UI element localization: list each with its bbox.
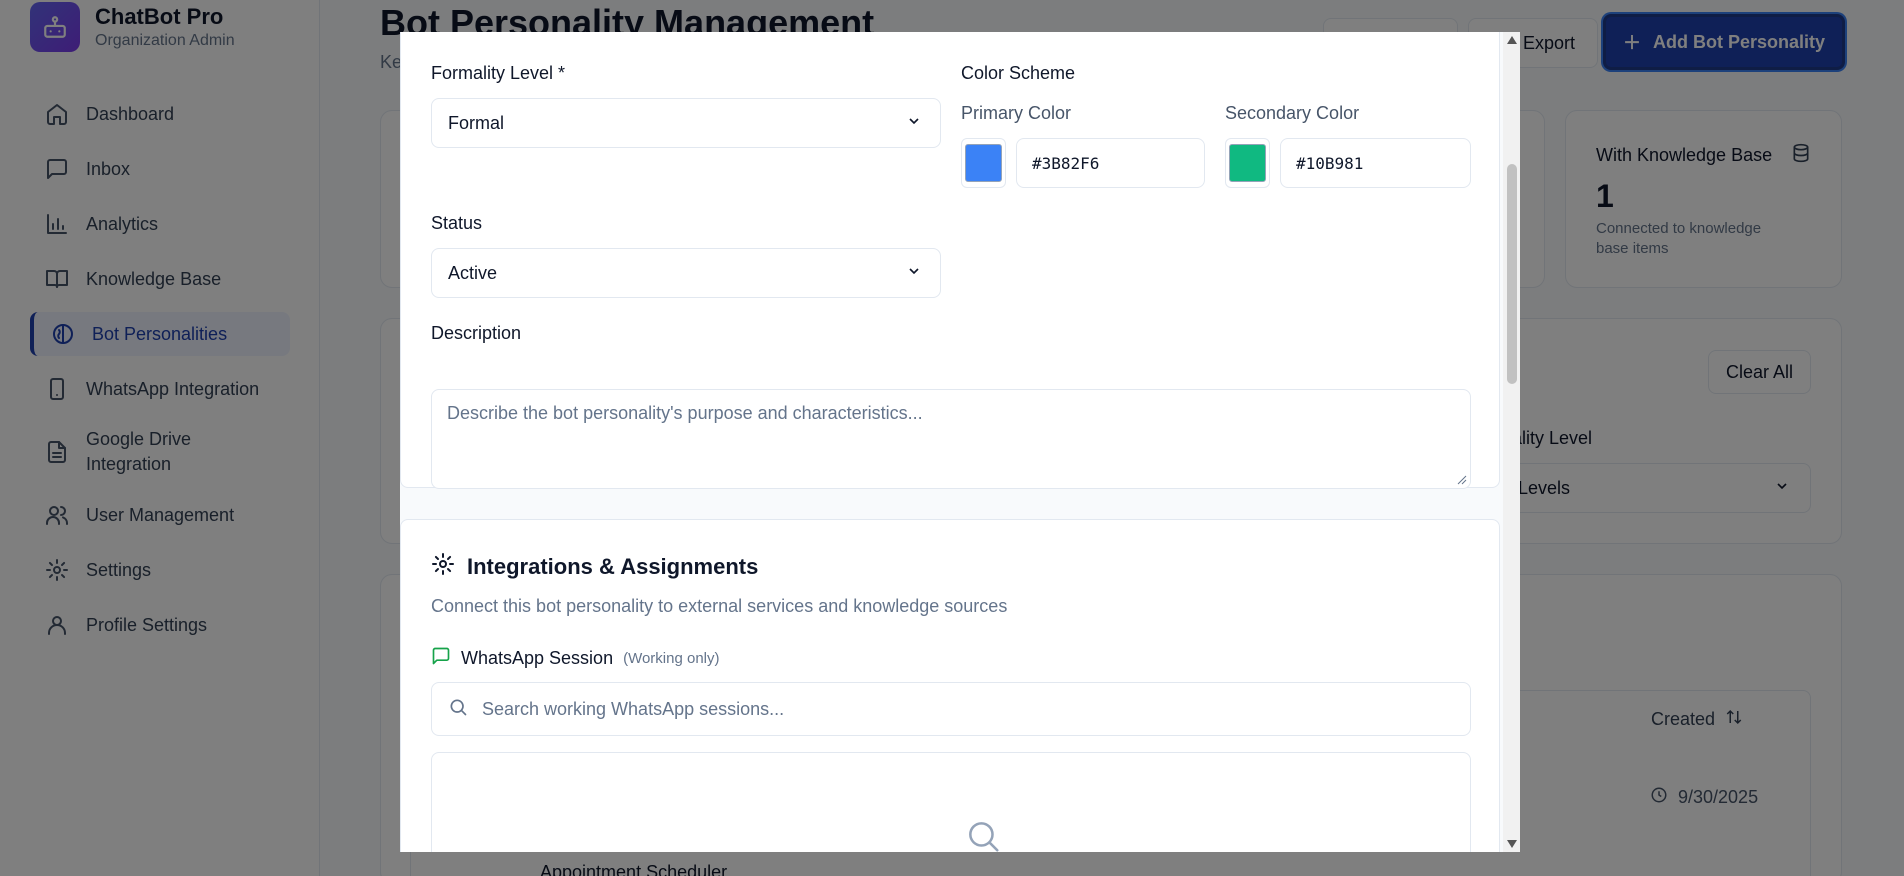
integrations-title-text: Integrations & Assignments	[467, 554, 759, 579]
chevron-down-icon	[906, 113, 922, 134]
dialog-scroll-area: Formality Level * Formal Color Scheme Pr…	[400, 32, 1503, 852]
whatsapp-session-hint: (Working only)	[623, 650, 720, 667]
color-scheme-label: Color Scheme	[961, 63, 1076, 83]
secondary-color-picker[interactable]	[1225, 138, 1270, 188]
message-square-icon	[431, 646, 451, 671]
chevron-down-icon	[906, 263, 922, 284]
integrations-title: Integrations & Assignments	[431, 552, 758, 582]
dialog-scrollbar[interactable]	[1503, 32, 1520, 852]
formality-level-label: Formality Level *	[431, 63, 566, 83]
status-label: Status	[431, 213, 483, 233]
search-icon	[964, 817, 1002, 852]
primary-color-label: Primary Color	[961, 103, 1072, 123]
formality-level-select[interactable]: Formal	[431, 98, 941, 148]
secondary-color-value: #10B981	[1296, 153, 1364, 173]
scrollbar-thumb[interactable]	[1507, 164, 1517, 384]
whatsapp-session-label: WhatsApp Session (Working only)	[431, 646, 720, 671]
resize-handle-icon[interactable]	[1457, 475, 1467, 485]
primary-color-input[interactable]: #3B82F6	[1016, 138, 1205, 188]
whatsapp-session-search-input[interactable]: Search working WhatsApp sessions...	[431, 682, 1471, 736]
primary-color-value: #3B82F6	[1032, 153, 1100, 173]
edit-bot-personality-dialog: Formality Level * Formal Color Scheme Pr…	[400, 32, 1520, 852]
secondary-color-swatch	[1229, 144, 1266, 182]
primary-color-picker[interactable]	[961, 138, 1006, 188]
status-select[interactable]: Active	[431, 248, 941, 298]
description-label: Description	[431, 323, 522, 343]
description-placeholder: Describe the bot personality's purpose a…	[447, 403, 923, 423]
formality-level-value: Formal	[448, 112, 505, 133]
search-icon	[448, 697, 468, 722]
secondary-color-label: Secondary Color	[1225, 103, 1360, 123]
scroll-up-arrow-icon[interactable]	[1507, 36, 1517, 44]
status-value: Active	[448, 262, 498, 283]
secondary-color-input[interactable]: #10B981	[1280, 138, 1471, 188]
primary-color-swatch	[965, 144, 1002, 182]
integrations-description: Connect this bot personality to external…	[431, 596, 1008, 616]
search-placeholder: Search working WhatsApp sessions...	[482, 698, 785, 719]
whatsapp-session-title: WhatsApp Session	[461, 648, 614, 668]
whatsapp-session-results	[431, 752, 1471, 852]
gear-icon	[431, 552, 455, 582]
description-textarea[interactable]: Describe the bot personality's purpose a…	[431, 389, 1471, 489]
scroll-down-arrow-icon[interactable]	[1507, 840, 1517, 848]
